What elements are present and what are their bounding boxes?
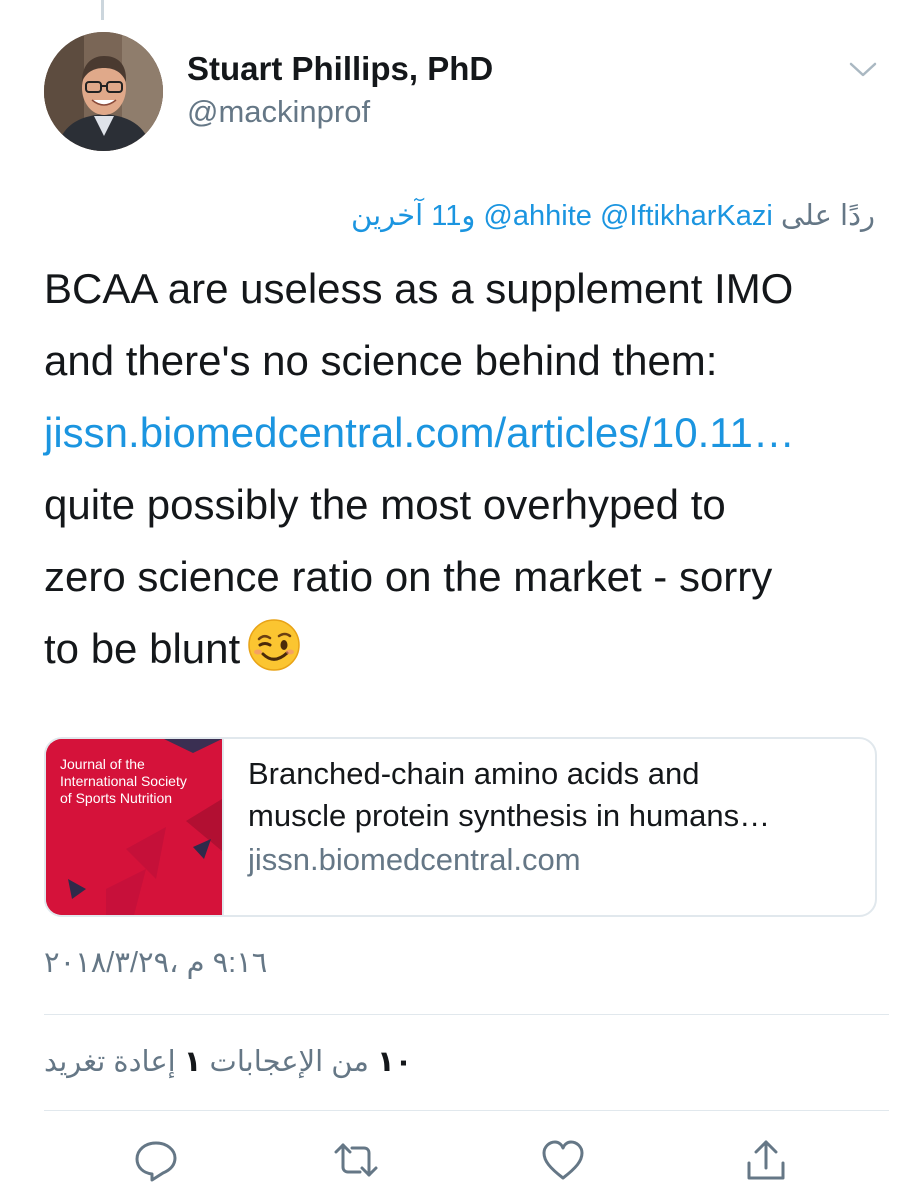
likes-stat[interactable]: ١٠ من الإعجابات bbox=[210, 1046, 413, 1078]
journal-title-line: International Society bbox=[60, 773, 187, 789]
author-handle[interactable]: @mackinprof bbox=[187, 93, 493, 131]
thread-connector-line bbox=[101, 0, 104, 20]
replying-to: ردًا على @IftikharKazi @ahhite و11 آخرين bbox=[351, 196, 875, 236]
tweet-link[interactable]: jissn.biomedcentral.com/articles/10.11… bbox=[44, 409, 795, 456]
winking-face-emoji-icon bbox=[246, 617, 302, 673]
tweet-text-line: quite possibly the most overhyped to bbox=[44, 481, 726, 528]
share-icon[interactable] bbox=[743, 1137, 789, 1183]
replying-to-prefix: ردًا على bbox=[780, 200, 875, 232]
author-name[interactable]: Stuart Phillips, PhD bbox=[187, 50, 493, 88]
card-title-line: Branched-chain amino acids and bbox=[248, 756, 700, 791]
retweet-icon[interactable] bbox=[333, 1137, 379, 1183]
card-thumbnail: Journal of the International Society of … bbox=[46, 739, 224, 915]
card-domain: jissn.biomedcentral.com bbox=[248, 842, 581, 877]
like-icon[interactable] bbox=[540, 1137, 586, 1183]
link-preview-card[interactable]: Journal of the International Society of … bbox=[44, 737, 877, 917]
card-title: Branched-chain amino acids and muscle pr… bbox=[248, 753, 868, 837]
tweet-stats: ١٠ من الإعجابات ١ إعادة تغريد bbox=[44, 1042, 412, 1082]
tweet-text-line: to be blunt bbox=[44, 625, 241, 672]
tweet-timestamp[interactable]: ٩:١٦ م ،٢٠١٨/٣/٢٩ bbox=[44, 943, 267, 983]
avatar-image bbox=[44, 32, 163, 151]
replying-to-others[interactable]: و11 آخرين bbox=[351, 200, 475, 232]
mention-ahhite[interactable]: @ahhite bbox=[483, 200, 591, 232]
retweets-count: ١ bbox=[183, 1046, 202, 1078]
card-body: Branched-chain amino acids and muscle pr… bbox=[248, 753, 868, 881]
retweets-label: إعادة تغريد bbox=[44, 1046, 176, 1078]
divider bbox=[44, 1110, 889, 1111]
tweet-text-line: and there's no science behind them: bbox=[44, 337, 718, 384]
journal-title-line: of Sports Nutrition bbox=[60, 790, 173, 806]
likes-count: ١٠ bbox=[376, 1046, 413, 1078]
tweet-text-line: zero science ratio on the market - sorry bbox=[44, 553, 773, 600]
tweet-text: BCAA are useless as a supplement IMO and… bbox=[44, 253, 884, 685]
mention-iftikharkazi[interactable]: @IftikharKazi bbox=[600, 200, 773, 232]
avatar[interactable] bbox=[44, 32, 163, 151]
likes-label: من الإعجابات bbox=[209, 1046, 369, 1078]
retweets-stat[interactable]: ١ إعادة تغريد bbox=[44, 1046, 201, 1078]
chevron-down-icon[interactable] bbox=[848, 60, 878, 80]
tweet-text-line: BCAA are useless as a supplement IMO bbox=[44, 265, 794, 312]
journal-title-line: Journal of the bbox=[60, 756, 145, 772]
card-title-line: muscle protein synthesis in humans… bbox=[248, 798, 771, 833]
divider bbox=[44, 1014, 889, 1015]
author-block[interactable]: Stuart Phillips, PhD @mackinprof bbox=[187, 50, 493, 131]
journal-title: Journal of the International Society of … bbox=[60, 756, 220, 807]
reply-icon[interactable] bbox=[133, 1137, 179, 1183]
